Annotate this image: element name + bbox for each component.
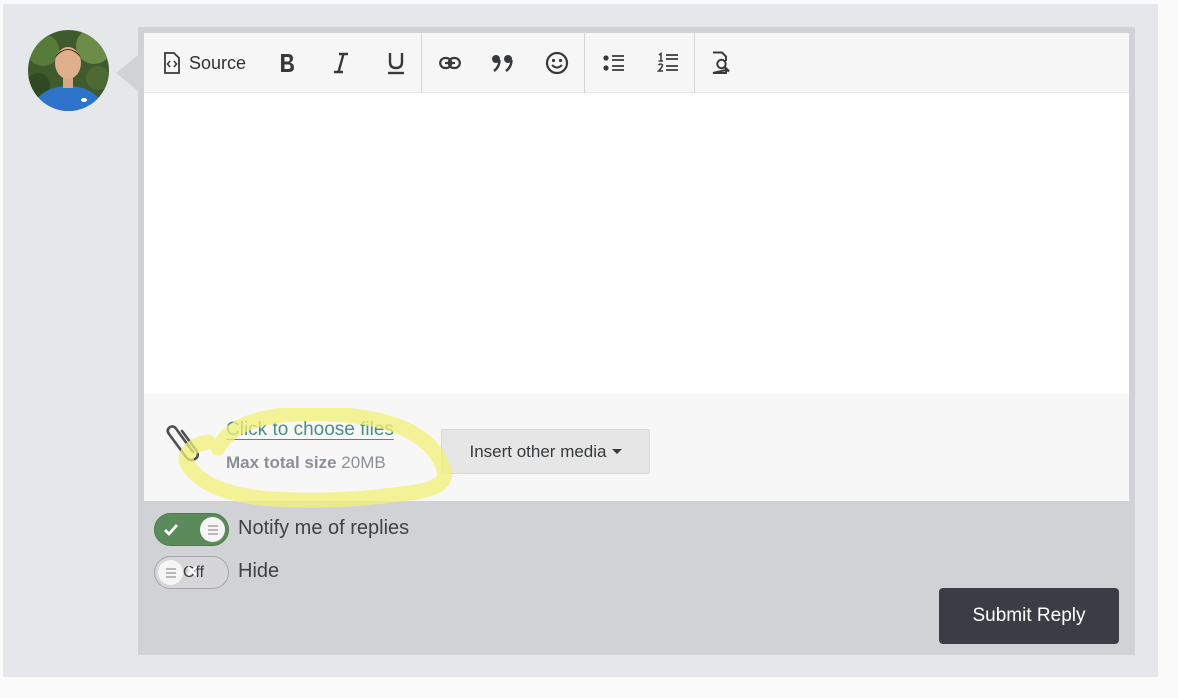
max-size-info: Max total size 20MB	[226, 453, 386, 473]
editor-text-area[interactable]	[144, 93, 1129, 393]
paperclip-icon	[166, 425, 200, 462]
bold-icon	[281, 54, 294, 72]
submit-reply-button[interactable]: Submit Reply	[939, 588, 1119, 644]
preview-button[interactable]	[706, 43, 736, 83]
close-icon	[187, 566, 197, 576]
attachment-area: Click to choose files Max total size 20M…	[144, 394, 1129, 501]
reply-panel: Source Click to choose files Max total s…	[138, 27, 1135, 655]
rich-text-editor: Source Click to choose files Max total s…	[144, 33, 1129, 501]
link-icon	[439, 56, 461, 70]
toolbar-divider	[694, 33, 695, 93]
toolbar-divider	[584, 33, 585, 93]
check-icon	[164, 524, 179, 537]
editor-toolbar: Source	[144, 33, 1129, 93]
toolbar-divider	[421, 33, 422, 93]
source-button[interactable]: Source	[158, 43, 250, 83]
toggle-knob	[158, 560, 183, 585]
bullet-list-button[interactable]	[598, 43, 630, 83]
choose-files-link[interactable]: Click to choose files	[226, 419, 394, 441]
bold-button[interactable]	[272, 43, 302, 83]
hide-label: Hide	[238, 560, 280, 582]
preview-icon	[712, 51, 730, 74]
numbered-list-icon	[657, 52, 678, 72]
source-icon	[164, 52, 180, 74]
max-size-value: 20MB	[341, 453, 386, 472]
caret-down-icon	[611, 449, 622, 454]
link-button[interactable]	[434, 43, 466, 83]
speech-pointer	[116, 55, 138, 91]
insert-other-media-label: Insert other media	[469, 441, 607, 461]
emoji-icon	[545, 51, 569, 75]
quote-icon	[492, 55, 513, 72]
italic-button[interactable]	[326, 43, 356, 83]
numbered-list-button[interactable]	[652, 43, 684, 83]
italic-icon	[334, 52, 348, 74]
underline-button[interactable]	[380, 43, 412, 83]
user-avatar	[28, 30, 109, 111]
notify-label: Notify me of replies	[238, 517, 410, 539]
toggle-knob	[200, 517, 225, 542]
quote-button[interactable]	[486, 43, 520, 83]
max-size-label: Max total size	[226, 453, 337, 472]
notify-toggle[interactable]	[154, 513, 229, 546]
hide-toggle[interactable]: Off	[154, 556, 229, 589]
insert-other-media-button[interactable]: Insert other media	[441, 429, 650, 474]
source-label: Source	[188, 52, 247, 73]
underline-icon	[388, 53, 404, 75]
emoji-button[interactable]	[542, 43, 572, 83]
bullet-list-icon	[603, 55, 624, 71]
